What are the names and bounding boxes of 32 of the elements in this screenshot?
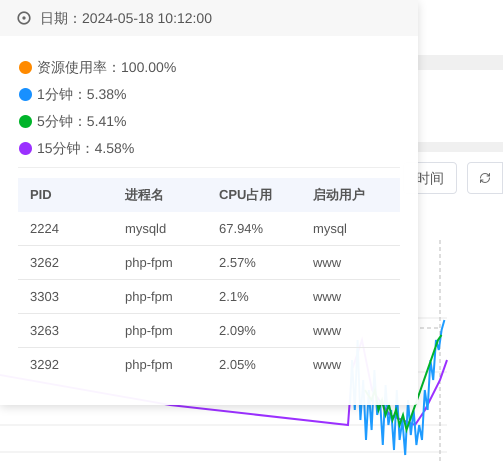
table-cell-text: 2.05% xyxy=(218,356,257,374)
table-cell-text: 2224 xyxy=(29,220,60,238)
table-cell-text: php-fpm xyxy=(124,356,174,374)
refresh-button[interactable] xyxy=(467,162,503,194)
table-cell-text: www xyxy=(312,288,342,306)
column-header: 启动用户 xyxy=(312,186,366,204)
series-value: 5分钟：5.41% xyxy=(37,112,126,130)
table-cell-text: mysqld xyxy=(124,220,168,238)
refresh-icon xyxy=(479,172,491,184)
table-cell-text: 3262 xyxy=(29,254,60,272)
table-cell-text: 2.09% xyxy=(218,322,257,340)
table-cell-text: 3263 xyxy=(29,322,60,340)
table-cell-text: www xyxy=(312,356,342,374)
series-value: 1分钟：5.38% xyxy=(37,84,126,104)
table-cell-text: www xyxy=(312,322,342,340)
table-cell-text: php-fpm xyxy=(124,322,174,340)
table-cell-text: 2.57% xyxy=(218,254,257,272)
table-cell-text: 2.1% xyxy=(218,288,250,306)
table-cell-text: php-fpm xyxy=(124,254,174,272)
table-cell-text: 67.94% xyxy=(218,220,264,238)
table-cell-text: 3292 xyxy=(29,356,60,374)
column-header: CPU占用 xyxy=(218,186,274,204)
date-label: 日期：2024-05-18 10:12:00 xyxy=(40,8,212,28)
table-cell-text: php-fpm xyxy=(124,288,174,306)
series-value: 15分钟：4.58% xyxy=(37,138,134,158)
table-cell-text: mysql xyxy=(312,220,348,238)
table-cell-text: 3303 xyxy=(29,288,60,306)
series-value: 资源使用率：100.00% xyxy=(37,58,176,76)
column-header: 进程名 xyxy=(124,186,165,204)
table-cell-text: www xyxy=(312,254,342,272)
clock-icon xyxy=(17,11,31,25)
column-header: PID xyxy=(29,186,53,204)
